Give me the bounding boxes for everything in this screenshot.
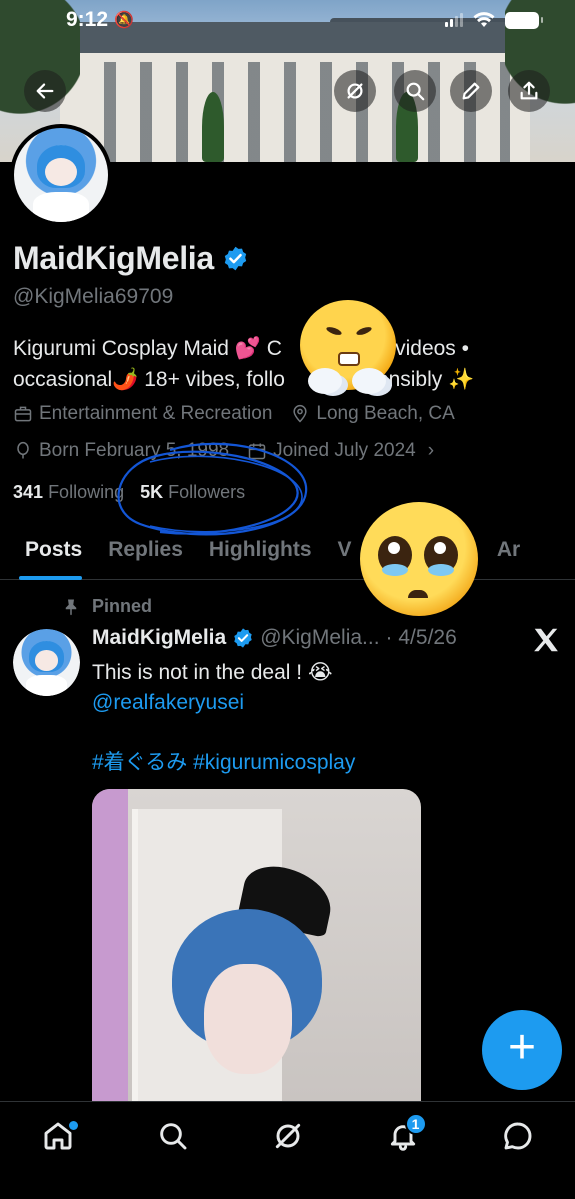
hashtag-link[interactable]: #kigurumicosplay: [193, 751, 355, 774]
profile-meta-row-1: Entertainment & Recreation Long Beach, C…: [13, 403, 455, 425]
notification-badge: 1: [404, 1113, 427, 1135]
compose-post-button[interactable]: +: [482, 1010, 562, 1090]
profile-tabs: Posts Replies Highlights V otos Ar: [0, 520, 575, 580]
edit-button[interactable]: [450, 70, 492, 112]
nav-home[interactable]: [36, 1120, 80, 1164]
status-time: 9:12: [66, 8, 109, 31]
battery-icon: [505, 11, 543, 29]
post-body: This is not in the deal ! 😭 @realfakeryu…: [92, 658, 552, 778]
pleading-emoji-sticker: [360, 502, 478, 616]
nav-messages[interactable]: [496, 1120, 540, 1164]
birthday-item: Born February 5, 1998: [13, 440, 229, 462]
tab-replies[interactable]: Replies: [95, 520, 196, 580]
category-item: Entertainment & Recreation: [13, 403, 272, 425]
pinned-text: Pinned: [92, 596, 153, 616]
pencil-icon: [462, 82, 480, 100]
pinned-label: Pinned: [62, 596, 152, 617]
post-author-name[interactable]: MaidKigMelia: [92, 626, 226, 650]
bottom-navigation: 1: [0, 1101, 575, 1199]
search-icon: [159, 1123, 186, 1150]
tab-articles[interactable]: Ar: [484, 520, 533, 580]
bell-off-icon: 🔕: [114, 12, 134, 29]
bio-line-1: Kigurumi Cosplay Maid 💕 C: [13, 337, 282, 360]
briefcase-icon: [14, 406, 32, 422]
nav-search[interactable]: [151, 1120, 195, 1164]
profile-joined: Joined July 2024: [273, 440, 416, 461]
chevron-right-icon: ›: [427, 440, 435, 461]
calendar-icon: [248, 443, 266, 460]
post-media-image[interactable]: [92, 789, 421, 1119]
profile-born: Born February 5, 1998: [39, 440, 230, 461]
post-author-avatar[interactable]: [13, 629, 80, 696]
post-text-line: This is not in the deal ! 😭: [92, 661, 333, 684]
wifi-icon: [473, 12, 495, 27]
x-logo-icon[interactable]: [531, 625, 561, 655]
tab-posts[interactable]: Posts: [0, 520, 95, 580]
post-header: MaidKigMelia @KigMelia... · 4/5/26: [92, 626, 562, 650]
tab-videos[interactable]: V: [325, 520, 365, 580]
profile-avatar[interactable]: [10, 124, 112, 226]
nav-notifications[interactable]: 1: [381, 1113, 427, 1164]
hashtag-link[interactable]: #着ぐるみ: [92, 751, 187, 774]
angry-emoji-sticker: [300, 300, 396, 394]
grok-icon: [347, 83, 363, 99]
messages-icon: [503, 1122, 531, 1150]
profile-location: Long Beach, CA: [316, 403, 455, 424]
bio-line-2-tail: onsibly ✨: [376, 368, 475, 391]
banner-cypress: [202, 92, 224, 162]
bio-line-2: occasional🌶️ 18+ vibes, follo: [13, 368, 285, 391]
verified-badge-icon: [234, 628, 252, 648]
following-link[interactable]: 341 Following: [13, 482, 124, 503]
plus-icon: +: [507, 1021, 537, 1074]
location-pin-icon: [293, 404, 307, 423]
status-bar: 9:12 🔕: [0, 0, 575, 40]
post-date[interactable]: · 4/5/26: [386, 626, 457, 650]
follow-stats: 341 Following 5K Followers: [13, 482, 245, 503]
back-button[interactable]: [24, 70, 66, 112]
share-icon: [520, 81, 538, 100]
search-button[interactable]: [394, 70, 436, 112]
verified-badge-icon[interactable]: [222, 245, 249, 272]
post-author-handle: @KigMelia...: [260, 626, 380, 649]
profile-name-row: MaidKigMelia: [13, 240, 249, 277]
joined-item[interactable]: Joined July 2024 ›: [247, 440, 434, 462]
pin-icon: [65, 599, 77, 615]
search-icon: [406, 82, 425, 101]
profile-handle: @KigMelia69709: [13, 285, 174, 308]
profile-meta-row-2: Born February 5, 1998 Joined July 2024 ›: [13, 440, 434, 462]
signal-icon: [445, 13, 463, 27]
share-button[interactable]: [508, 70, 550, 112]
profile-category: Entertainment & Recreation: [39, 403, 273, 424]
tab-highlights[interactable]: Highlights: [196, 520, 325, 580]
followers-link[interactable]: 5K Followers: [140, 482, 245, 503]
grok-icon: [275, 1123, 300, 1149]
grok-button[interactable]: [334, 70, 376, 112]
profile-bio: Kigurumi Cosplay Maid 💕 C • videos • occa…: [13, 333, 533, 395]
post-mention-link[interactable]: @realfakeryusei: [92, 688, 552, 718]
balloon-icon: [17, 441, 29, 459]
home-unread-dot: [68, 1121, 78, 1130]
nav-grok[interactable]: [266, 1120, 310, 1164]
profile-name: MaidKigMelia: [13, 240, 214, 276]
back-arrow-icon: [36, 83, 54, 99]
location-item: Long Beach, CA: [290, 403, 455, 425]
